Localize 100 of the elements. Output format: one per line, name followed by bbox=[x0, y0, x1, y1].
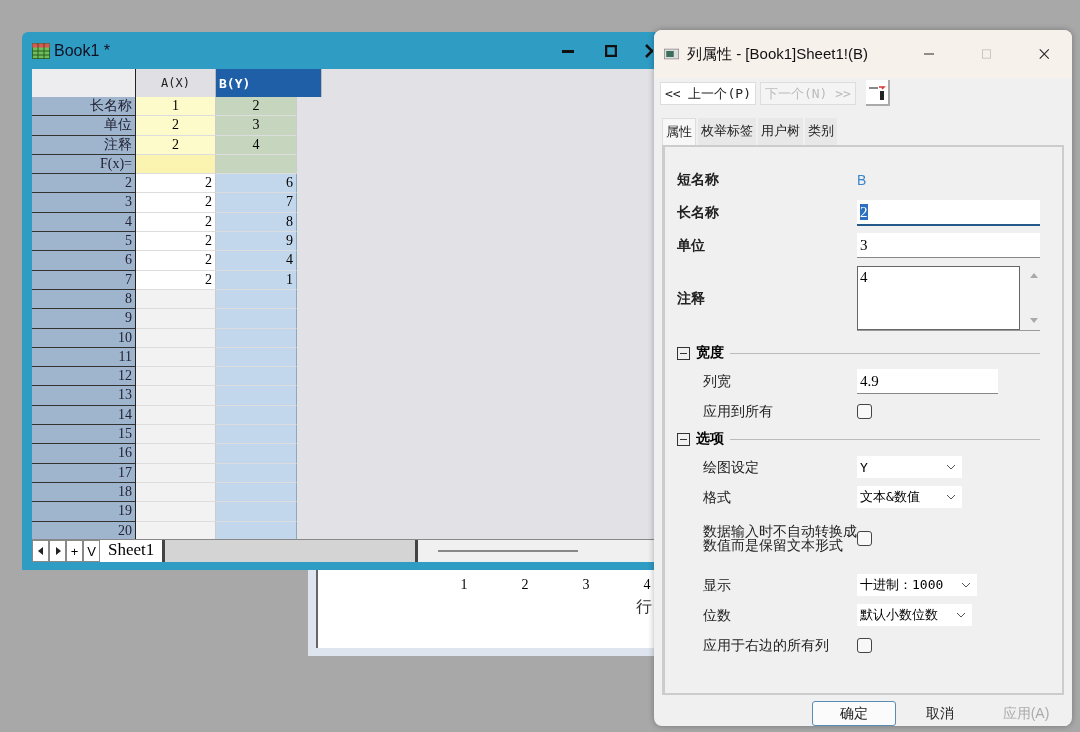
row-header: 18 bbox=[32, 482, 136, 503]
window-title: Book1 * bbox=[54, 41, 111, 60]
table-cell: 6 bbox=[216, 174, 297, 194]
tab[interactable]: 属性 bbox=[662, 118, 696, 145]
field-label: 列宽 bbox=[703, 374, 732, 388]
sheet-nav-button[interactable]: + bbox=[66, 540, 83, 562]
table-cell: 7 bbox=[216, 193, 297, 213]
text-field[interactable]: 4.9 bbox=[857, 368, 998, 394]
table-cell: 1 bbox=[216, 270, 297, 290]
row-label: F(x)= bbox=[32, 154, 136, 175]
section-title: 选项 bbox=[696, 430, 724, 448]
chevron-down-icon bbox=[956, 612, 966, 618]
section-title: 宽度 bbox=[696, 344, 724, 362]
close-icon[interactable] bbox=[1039, 47, 1050, 61]
spreadsheet-icon bbox=[32, 42, 50, 59]
row-header: 6 bbox=[32, 251, 136, 271]
row-header: 3 bbox=[32, 193, 136, 213]
table-cell: 2 bbox=[216, 97, 297, 117]
row-header: 8 bbox=[32, 289, 136, 310]
number-format-icon bbox=[866, 83, 887, 101]
table-cell: 9 bbox=[216, 232, 297, 252]
field-label: 应用到所有 bbox=[703, 404, 774, 418]
dialog-button[interactable]: 确定 bbox=[812, 701, 896, 726]
dropdown[interactable]: 文本&数值 bbox=[857, 486, 962, 508]
row-header: 9 bbox=[32, 309, 136, 329]
row-header: 4 bbox=[32, 212, 136, 233]
table-cell: 2 bbox=[136, 232, 216, 252]
field-label: 长名称 bbox=[677, 206, 720, 219]
table-cell: 2 bbox=[136, 174, 216, 194]
row-header: 5 bbox=[32, 232, 136, 252]
row-header: 16 bbox=[32, 444, 136, 464]
app-icon bbox=[664, 47, 680, 61]
field-label: 短名称 bbox=[677, 173, 720, 186]
field-label: 位数 bbox=[703, 608, 732, 622]
sheet-nav-button[interactable]: V bbox=[83, 540, 100, 562]
nav-button[interactable]: << 上一个(P) bbox=[660, 81, 756, 105]
table-cell: 8 bbox=[216, 212, 297, 233]
field-label: 应用于右边的所有列 bbox=[703, 638, 830, 652]
field-value: B bbox=[857, 171, 868, 188]
table-cell: 2 bbox=[136, 270, 216, 290]
axis-tick-label: 3 bbox=[581, 577, 591, 593]
text-field[interactable]: 2 bbox=[857, 199, 1040, 226]
axis-tick-label: 2 bbox=[520, 577, 530, 593]
row-header: 17 bbox=[32, 463, 136, 483]
axis-title: 行 bbox=[636, 597, 652, 617]
table-cell: 4 bbox=[216, 135, 297, 155]
dropdown[interactable]: Y bbox=[857, 456, 962, 478]
left-triangle-icon bbox=[37, 547, 44, 555]
checkbox[interactable] bbox=[857, 530, 872, 546]
toolbar-button[interactable] bbox=[865, 80, 890, 106]
dropdown[interactable]: 十进制：1000 bbox=[857, 574, 978, 596]
field-label: 数据输入时不自动转换成数值而是保留文本形式 bbox=[703, 524, 857, 552]
chevron-down-icon bbox=[961, 582, 972, 588]
maximize-icon[interactable] bbox=[605, 44, 617, 57]
tab[interactable]: 枚举标签 bbox=[698, 118, 756, 145]
collapse-icon[interactable] bbox=[677, 432, 690, 446]
text-field[interactable]: 3 bbox=[857, 233, 1040, 258]
row-header: 11 bbox=[32, 347, 136, 368]
column-header[interactable]: B(Y) bbox=[216, 69, 322, 97]
sheet-tab[interactable]: Sheet1 bbox=[100, 540, 165, 562]
table-cell: 2 bbox=[136, 212, 216, 233]
table-cell: 2 bbox=[136, 116, 216, 136]
checkbox[interactable] bbox=[857, 637, 872, 653]
table-cell: 2 bbox=[136, 251, 216, 271]
table-cell: 2 bbox=[136, 135, 216, 155]
row-header: 14 bbox=[32, 405, 136, 426]
dropdown[interactable]: 默认小数位数 bbox=[857, 604, 972, 626]
tab[interactable]: 类别 bbox=[805, 118, 837, 145]
field-label: 格式 bbox=[703, 490, 732, 504]
row-label: 长名称 bbox=[32, 97, 136, 117]
row-header: 13 bbox=[32, 386, 136, 406]
right-triangle-icon bbox=[54, 547, 61, 555]
next-sheet-button[interactable] bbox=[49, 540, 66, 562]
field-label: 单位 bbox=[677, 239, 706, 252]
chevron-down-icon bbox=[946, 494, 956, 500]
prev-sheet-button[interactable] bbox=[32, 540, 49, 562]
row-header: 2 bbox=[32, 174, 136, 194]
table-cell: 4 bbox=[216, 251, 297, 271]
text-area[interactable]: 4 bbox=[857, 265, 1020, 330]
row-header: 19 bbox=[32, 502, 136, 522]
row-header: 15 bbox=[32, 425, 136, 445]
field-label: 注释 bbox=[677, 291, 706, 305]
close-icon[interactable] bbox=[645, 43, 653, 58]
row-header: 7 bbox=[32, 270, 136, 290]
row-header: 12 bbox=[32, 367, 136, 387]
tab[interactable]: 用户树 bbox=[758, 118, 803, 145]
row-label: 单位 bbox=[32, 116, 136, 136]
row-header: 10 bbox=[32, 328, 136, 348]
field-label: 显示 bbox=[703, 578, 732, 592]
axis-tick-label: 4 bbox=[642, 577, 652, 593]
checkbox[interactable] bbox=[857, 403, 872, 419]
row-label: 注释 bbox=[32, 135, 136, 155]
axis-tick-label: 1 bbox=[459, 577, 469, 593]
field-label: 绘图设定 bbox=[703, 460, 760, 474]
table-cell: 1 bbox=[136, 97, 216, 117]
table-cell: 2 bbox=[136, 193, 216, 213]
table-cell: 3 bbox=[216, 116, 297, 136]
chevron-down-icon bbox=[946, 464, 956, 470]
collapse-icon[interactable] bbox=[677, 346, 690, 360]
dialog-title: 列属性 - [Book1]Sheet1!(B) bbox=[687, 44, 868, 64]
